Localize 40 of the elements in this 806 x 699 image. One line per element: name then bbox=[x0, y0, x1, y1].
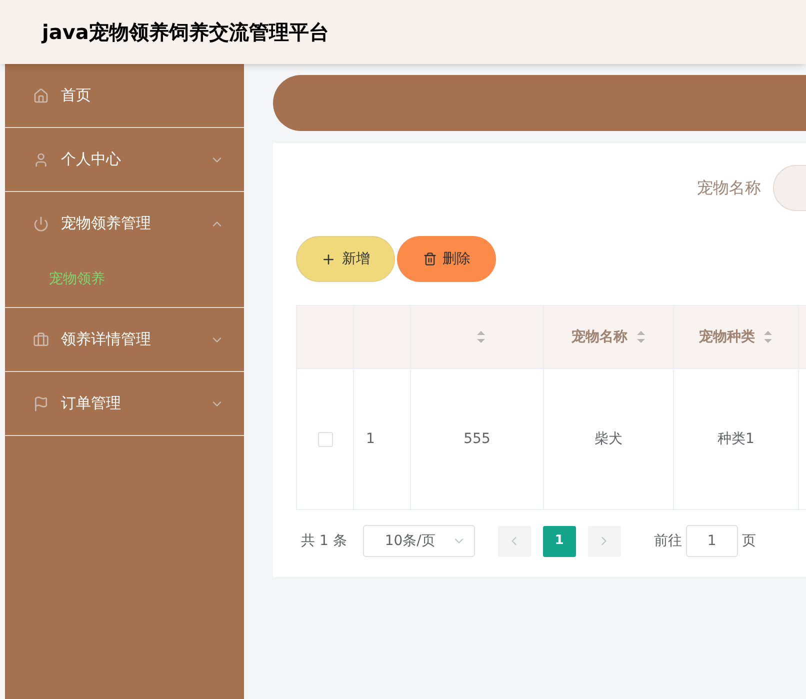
goto-suffix: 页 bbox=[742, 532, 756, 550]
submenu-item[interactable]: 宠物领养 bbox=[49, 268, 105, 290]
page-button[interactable]: 1 bbox=[542, 526, 576, 556]
cell-text: 1 bbox=[366, 430, 375, 448]
cell-text: 555 bbox=[464, 430, 490, 448]
sidebar-menu-item[interactable]: 领养详情管理 bbox=[5, 308, 244, 371]
column-title: 宠物名称 bbox=[572, 328, 628, 346]
cell-text: 柴犬 bbox=[594, 430, 622, 448]
page-size-select[interactable]: 10条/页 bbox=[362, 525, 475, 557]
flag-icon bbox=[33, 396, 49, 412]
add-button[interactable]: 新增 bbox=[296, 236, 395, 282]
sort-icon[interactable] bbox=[476, 330, 486, 344]
sidebar-menu-item[interactable]: 宠物领养管理 bbox=[5, 192, 244, 255]
sort-icon[interactable] bbox=[763, 330, 773, 344]
menu-label: 个人中心 bbox=[61, 149, 121, 170]
app-title: java宠物领养饲养交流管理平台 bbox=[42, 19, 329, 46]
total-count: 共 1 条 bbox=[301, 532, 347, 550]
menu-label: 领养详情管理 bbox=[61, 329, 151, 350]
sidebar-menu-item[interactable]: 首页 bbox=[5, 64, 244, 127]
menu-label: 首页 bbox=[61, 85, 91, 106]
home-icon bbox=[33, 88, 49, 104]
power-icon bbox=[33, 216, 49, 232]
search-label: 宠物名称 bbox=[697, 177, 761, 199]
delete-button[interactable]: 删除 bbox=[397, 236, 496, 282]
user-icon bbox=[33, 152, 49, 168]
next-page-button[interactable] bbox=[588, 526, 621, 556]
sidebar-menu-item[interactable]: 个人中心 bbox=[5, 128, 244, 191]
goto-label: 前往 bbox=[654, 532, 682, 550]
cell-text: 种类1 bbox=[718, 430, 754, 448]
trash-icon bbox=[422, 252, 436, 266]
prev-page-button[interactable] bbox=[498, 526, 531, 556]
menu-label: 宠物领养管理 bbox=[61, 213, 151, 234]
sidebar-menu-item[interactable]: 订单管理 bbox=[5, 372, 244, 435]
sort-icon[interactable] bbox=[636, 330, 646, 344]
row-checkbox[interactable] bbox=[318, 432, 332, 446]
briefcase-icon bbox=[33, 332, 49, 348]
menu-label: 订单管理 bbox=[61, 393, 121, 414]
column-title: 宠物种类 bbox=[699, 328, 755, 346]
goto-page-field[interactable]: 1 bbox=[686, 525, 738, 557]
plus-icon bbox=[321, 252, 336, 266]
